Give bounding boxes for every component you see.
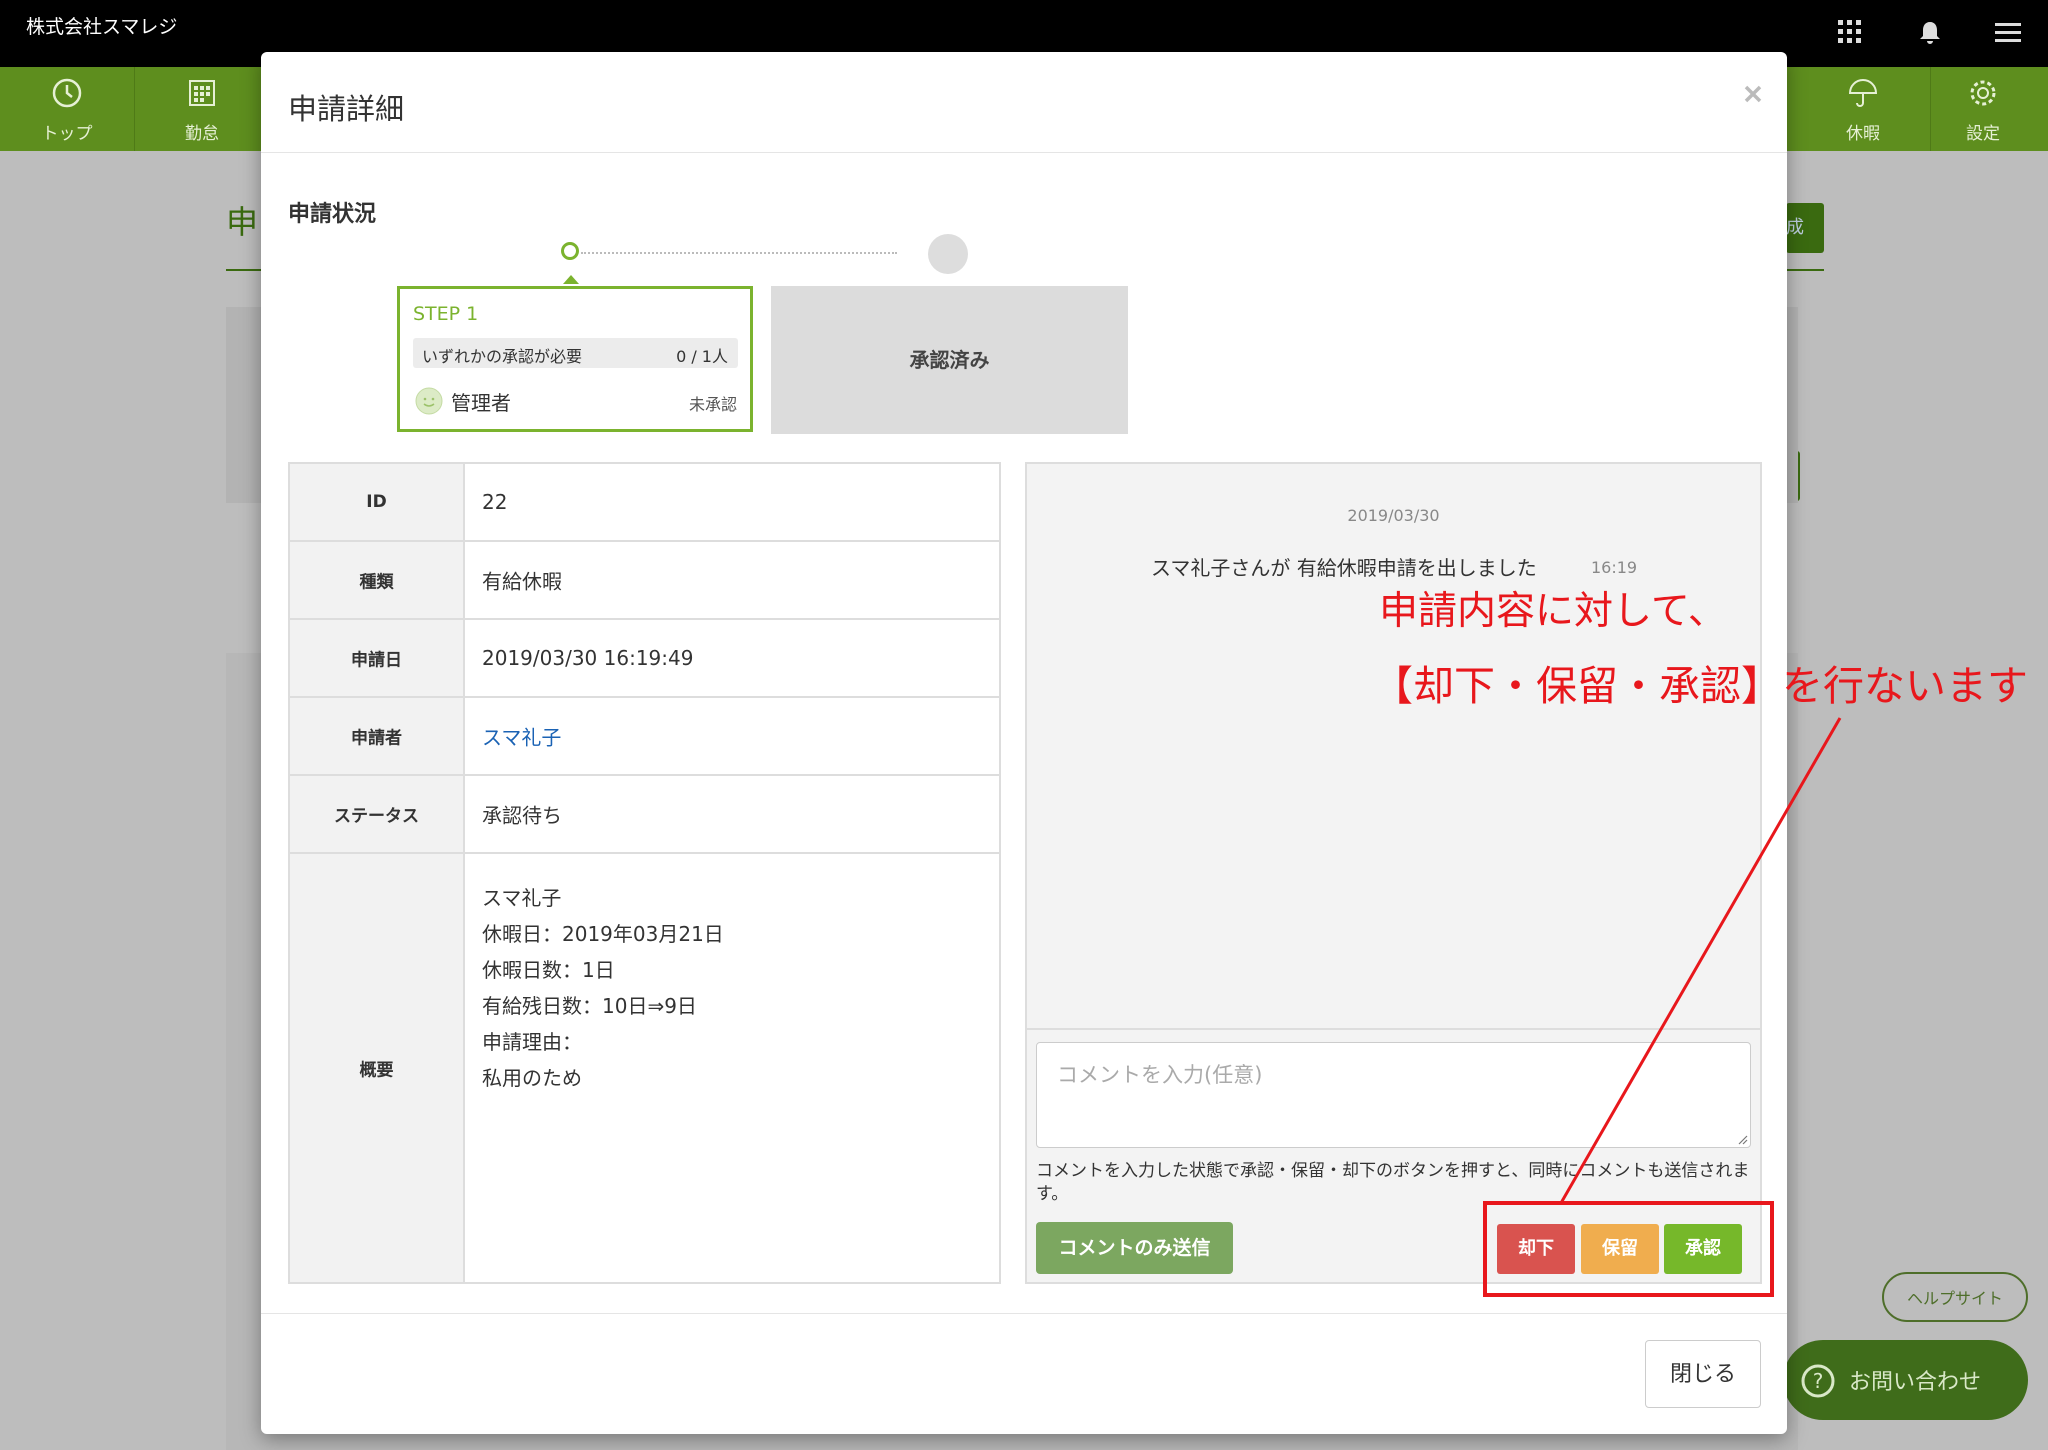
modal-footer-divider bbox=[261, 1313, 1787, 1314]
step-track-line bbox=[581, 252, 897, 254]
table-row-id: ID 22 bbox=[290, 464, 999, 542]
summary-line: 私用のため bbox=[482, 1066, 582, 1090]
step-label: STEP 1 bbox=[413, 303, 479, 325]
comment-only-send-button[interactable]: コメントのみ送信 bbox=[1036, 1222, 1233, 1274]
approval-count: 0 / 1人 bbox=[676, 347, 728, 366]
summary-line: 休暇日数：1日 bbox=[482, 958, 615, 982]
date-value: 2019/03/30 16:19:49 bbox=[482, 646, 694, 670]
help-site-button[interactable]: ヘルプサイト bbox=[1882, 1272, 2028, 1322]
approved-dot bbox=[928, 234, 968, 274]
nav-item-leave[interactable]: 休暇 bbox=[1796, 67, 1931, 151]
contact-button[interactable]: ? お問い合わせ bbox=[1783, 1340, 2028, 1420]
annotation-text-line2: 【却下・保留・承認】を行ないます bbox=[1372, 662, 2028, 710]
chat-message: スマ礼子さんが 有給休暇申請を出しました bbox=[1151, 556, 1537, 580]
summary-line: 休暇日：2019年03月21日 bbox=[482, 922, 724, 946]
table-row-applicant: 申請者 スマ礼子 bbox=[290, 698, 999, 776]
step1-card: STEP 1 いずれかの承認が必要 0 / 1人 管理者 未承認 bbox=[397, 286, 753, 432]
annotation-highlight-box bbox=[1483, 1201, 1774, 1297]
chat-date: 2019/03/30 bbox=[1347, 506, 1440, 525]
comment-input[interactable]: コメントを入力(任意) bbox=[1036, 1042, 1751, 1148]
table-row-date: 申請日 2019/03/30 16:19:49 bbox=[290, 620, 999, 698]
apps-grid-icon[interactable] bbox=[1832, 14, 1868, 50]
annotation-text-line1: 申請内容に対して、 bbox=[1379, 589, 1727, 634]
comment-placeholder: コメントを入力(任意) bbox=[1057, 1063, 1263, 1087]
step1-pointer bbox=[563, 275, 579, 284]
question-icon: ? bbox=[1801, 1364, 1835, 1398]
nav-label-top: トップ bbox=[41, 124, 93, 144]
applicant-label: 申請者 bbox=[351, 728, 402, 749]
status-value: 承認待ち bbox=[482, 803, 562, 828]
date-label: 申請日 bbox=[351, 650, 402, 671]
table-row-summary: 概要 スマ礼子 休暇日：2019年03月21日 休暇日数：1日 有給残日数：10… bbox=[290, 854, 999, 1282]
chat-time: 16:19 bbox=[1591, 558, 1638, 577]
approved-card: 承認済み bbox=[771, 286, 1128, 434]
chat-history[interactable]: 2019/03/30 スマ礼子さんが 有給休暇申請を出しました 16:19 bbox=[1027, 464, 1760, 1030]
close-button[interactable]: 閉じる bbox=[1645, 1340, 1761, 1408]
table-row-status: ステータス 承認待ち bbox=[290, 776, 999, 854]
summary-text: スマ礼子 休暇日：2019年03月21日 休暇日数：1日 有給残日数：10日⇒9… bbox=[482, 880, 724, 1096]
id-label: ID bbox=[366, 492, 387, 512]
type-label: 種類 bbox=[359, 572, 394, 593]
nav-label-attendance: 勤怠 bbox=[185, 124, 219, 144]
contact-label: お問い合わせ bbox=[1849, 1370, 1982, 1395]
table-row-type: 種類 有給休暇 bbox=[290, 542, 999, 620]
page-title-fragment: 申 bbox=[226, 203, 259, 241]
type-value: 有給休暇 bbox=[482, 569, 562, 594]
approved-label: 承認済み bbox=[909, 348, 990, 372]
nav-label-leave: 休暇 bbox=[1846, 124, 1880, 144]
resize-handle-icon[interactable] bbox=[1736, 1133, 1748, 1145]
id-value: 22 bbox=[482, 490, 508, 514]
step1-dot bbox=[561, 242, 579, 260]
company-name: 株式会社スマレジ bbox=[26, 16, 178, 38]
umbrella-icon bbox=[1848, 79, 1878, 107]
summary-label: 概要 bbox=[359, 1060, 394, 1081]
nav-item-settings[interactable]: 設定 bbox=[1916, 67, 2048, 151]
nav-item-attendance[interactable]: 勤怠 bbox=[135, 67, 270, 151]
nav-label-settings: 設定 bbox=[1966, 124, 2000, 144]
summary-line: スマ礼子 bbox=[482, 886, 562, 910]
gear-icon bbox=[1970, 80, 1996, 106]
modal-header: 申請詳細 bbox=[261, 52, 1787, 153]
requirement-text: いずれかの承認が必要 bbox=[422, 347, 583, 366]
avatar-icon bbox=[415, 387, 443, 415]
status-section-title: 申請状況 bbox=[288, 202, 377, 227]
nav-item-top[interactable]: トップ bbox=[0, 67, 135, 151]
detail-table: ID 22 種類 有給休暇 申請日 2019/03/30 16:19:49 申請… bbox=[288, 462, 1001, 1284]
svg-text:?: ? bbox=[1813, 1369, 1824, 1393]
summary-line: 申請理由： bbox=[482, 1030, 582, 1054]
approver-status: 未承認 bbox=[688, 395, 737, 414]
comment-note: コメントを入力した状態で承認・保留・却下のボタンを押すと、同時にコメントも送信さ… bbox=[1036, 1161, 1750, 1204]
approver-name: 管理者 bbox=[451, 391, 511, 415]
applicant-link[interactable]: スマ礼子 bbox=[482, 722, 561, 751]
bell-icon[interactable] bbox=[1912, 14, 1948, 50]
modal-title: 申請詳細 bbox=[288, 92, 405, 126]
create-button-fragment[interactable]: 成 bbox=[1786, 203, 1824, 253]
clock-icon bbox=[52, 78, 82, 108]
status-label: ステータス bbox=[334, 806, 419, 827]
summary-line: 有給残日数：10日⇒9日 bbox=[482, 994, 697, 1018]
requirement-bar: いずれかの承認が必要 0 / 1人 bbox=[413, 338, 738, 368]
close-icon[interactable] bbox=[1739, 80, 1767, 108]
hamburger-menu-icon[interactable] bbox=[1990, 14, 2026, 50]
calendar-icon bbox=[189, 80, 215, 106]
